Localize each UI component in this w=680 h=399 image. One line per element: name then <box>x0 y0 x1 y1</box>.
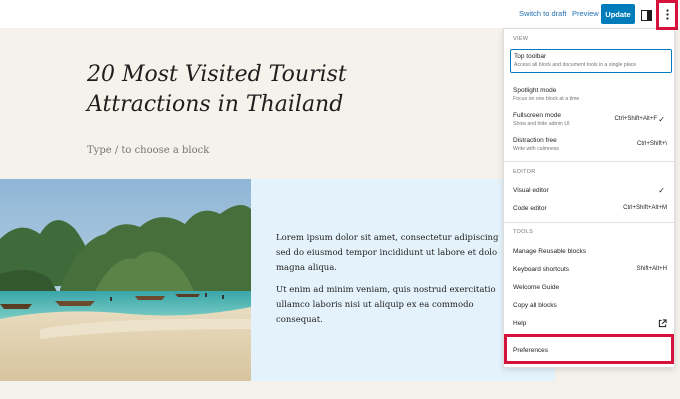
menu-item-keyboard-shortcuts[interactable]: Keyboard shortcuts Shift+Alt+H <box>513 266 671 273</box>
menu-item-label: Manage Reusable blocks <box>513 248 586 255</box>
options-menu: VIEW Top toolbar Access all block and do… <box>503 28 675 368</box>
more-vertical-icon <box>665 8 669 20</box>
update-button[interactable]: Update <box>601 4 635 24</box>
menu-item-spotlight-mode[interactable]: Spotlight mode Focus on one block at a t… <box>513 87 671 103</box>
post-title[interactable]: 20 Most Visited Tourist Attractions in T… <box>87 60 447 120</box>
paragraph[interactable]: magna aliqua. <box>276 261 511 276</box>
menu-item-label: Preferences <box>513 347 549 354</box>
menu-item-code-editor[interactable]: Code editor Ctrl+Shift+Alt+M <box>513 205 671 212</box>
paragraph-line: consequat. <box>276 315 323 325</box>
preview-button[interactable]: Preview <box>572 9 599 18</box>
paragraph[interactable]: ullamco laboris nisi ut aliquip ex ea co… <box>276 298 511 313</box>
keyboard-shortcut: Ctrl+Shift+\ <box>636 141 667 147</box>
view-group-title: VIEW <box>513 36 529 42</box>
menu-item-top-toolbar[interactable]: Top toolbar Access all block and documen… <box>510 49 672 73</box>
keyboard-shortcut: Ctrl+Shift+Alt+F <box>614 116 657 122</box>
switch-to-draft-button[interactable]: Switch to draft <box>519 9 567 18</box>
check-icon: ✓ <box>658 186 665 195</box>
menu-item-help[interactable]: Help <box>513 319 671 328</box>
menu-item-fullscreen-mode[interactable]: Fullscreen mode Show and hide admin UI C… <box>513 112 671 128</box>
menu-item-description: Focus on one block at a time <box>513 96 580 102</box>
menu-item-label: Welcome Guide <box>513 284 560 291</box>
block-appender-placeholder[interactable]: Type / to choose a block <box>87 145 209 156</box>
settings-sidebar-toggle[interactable] <box>641 8 652 21</box>
menu-separator <box>504 336 674 337</box>
editor-header: Switch to draft Preview Update <box>0 0 680 28</box>
menu-item-copy-all-blocks[interactable]: Copy all blocks <box>513 302 671 309</box>
paragraph-line: ullamco laboris nisi ut aliquip ex ea co… <box>276 300 474 310</box>
paragraph[interactable]: Ut enim ad minim veniam, quis nostrud ex… <box>276 283 511 298</box>
paragraph[interactable]: Lorem ipsum dolor sit amet, consectetur … <box>276 231 511 246</box>
beach-photo <box>0 179 251 381</box>
menu-item-visual-editor[interactable]: Visual editor ✓ <box>513 186 671 195</box>
paragraph[interactable]: consequat. <box>276 313 511 328</box>
menu-separator <box>504 222 674 223</box>
sidebar-icon <box>641 10 652 21</box>
paragraph-line: Ut enim ad minim veniam, quis nostrud ex… <box>276 285 496 295</box>
keyboard-shortcut: Ctrl+Shift+Alt+M <box>623 205 667 211</box>
menu-item-description: Access all block and document tools in a… <box>514 62 637 68</box>
menu-item-manage-reusable-blocks[interactable]: Manage Reusable blocks <box>513 248 671 255</box>
menu-item-welcome-guide[interactable]: Welcome Guide <box>513 284 671 291</box>
media-text-content[interactable]: Lorem ipsum dolor sit amet, consectetur … <box>276 231 511 335</box>
paragraph[interactable]: sed do eiusmod tempor incididunt ut labo… <box>276 246 511 261</box>
check-icon: ✓ <box>658 115 665 124</box>
menu-separator <box>504 161 674 162</box>
paragraph-line: sed do eiusmod tempor incididunt ut labo… <box>276 248 498 258</box>
tools-group-title: TOOLS <box>513 229 534 235</box>
options-menu-button[interactable] <box>660 4 674 24</box>
menu-item-label: Copy all blocks <box>513 302 557 309</box>
menu-item-description: Show and hide admin UI <box>513 121 570 127</box>
keyboard-shortcut: Shift+Alt+H <box>636 266 667 272</box>
menu-item-label: Spotlight mode <box>513 87 557 94</box>
menu-item-label: Help <box>513 320 527 327</box>
menu-item-distraction-free[interactable]: Distraction free Write with calmness Ctr… <box>513 137 671 153</box>
menu-item-preferences[interactable]: Preferences <box>513 347 671 354</box>
paragraph-line: magna aliqua. <box>276 263 338 273</box>
menu-item-label: Top toolbar <box>514 53 547 60</box>
editor-group-title: EDITOR <box>513 169 536 175</box>
menu-item-description: Write with calmness <box>513 146 560 152</box>
menu-item-label: Visual editor <box>513 187 549 194</box>
external-link-icon <box>658 319 667 328</box>
media-text-block[interactable]: Lorem ipsum dolor sit amet, consectetur … <box>0 179 555 381</box>
paragraph-line: Lorem ipsum dolor sit amet, consectetur … <box>276 233 499 243</box>
